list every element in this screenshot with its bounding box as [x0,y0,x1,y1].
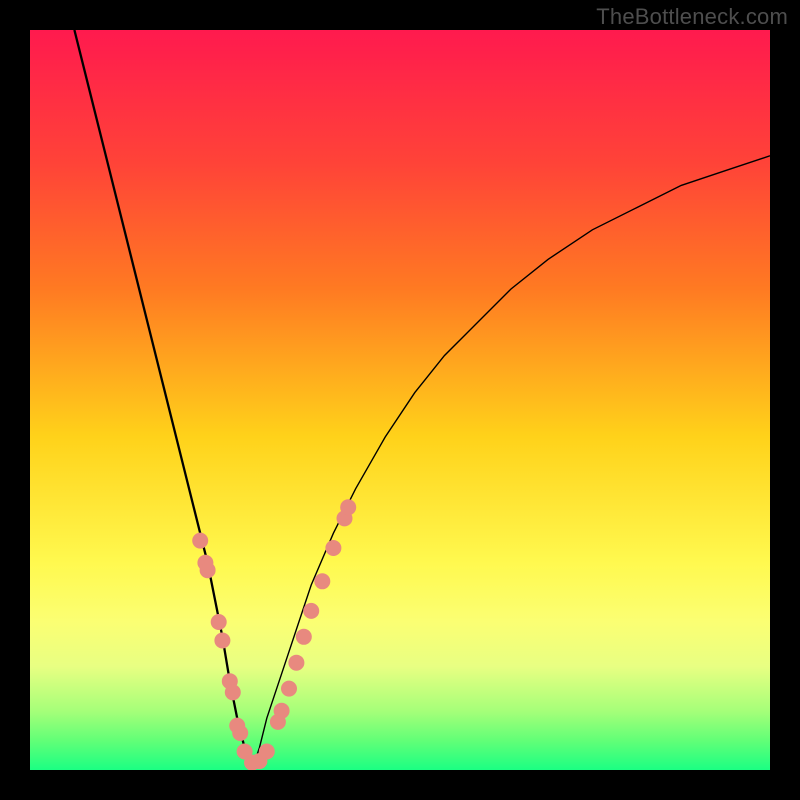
curve-left-branch [74,30,252,770]
highlight-dot [192,533,208,549]
highlight-dot [314,573,330,589]
highlight-dot [274,703,290,719]
highlight-dot [340,499,356,515]
highlight-dot [281,681,297,697]
curve-right-branch [252,156,770,770]
highlight-dot [211,614,227,630]
highlight-dot [296,629,312,645]
plot-area [30,30,770,770]
highlight-dot [325,540,341,556]
highlight-dots-group [192,499,356,770]
watermark-text: TheBottleneck.com [596,4,788,30]
highlight-dot [303,603,319,619]
highlight-dot [200,562,216,578]
highlight-dot [232,725,248,741]
highlight-dot [259,744,275,760]
highlight-dot [288,655,304,671]
chart-svg [30,30,770,770]
highlight-dot [214,633,230,649]
highlight-dot [225,684,241,700]
